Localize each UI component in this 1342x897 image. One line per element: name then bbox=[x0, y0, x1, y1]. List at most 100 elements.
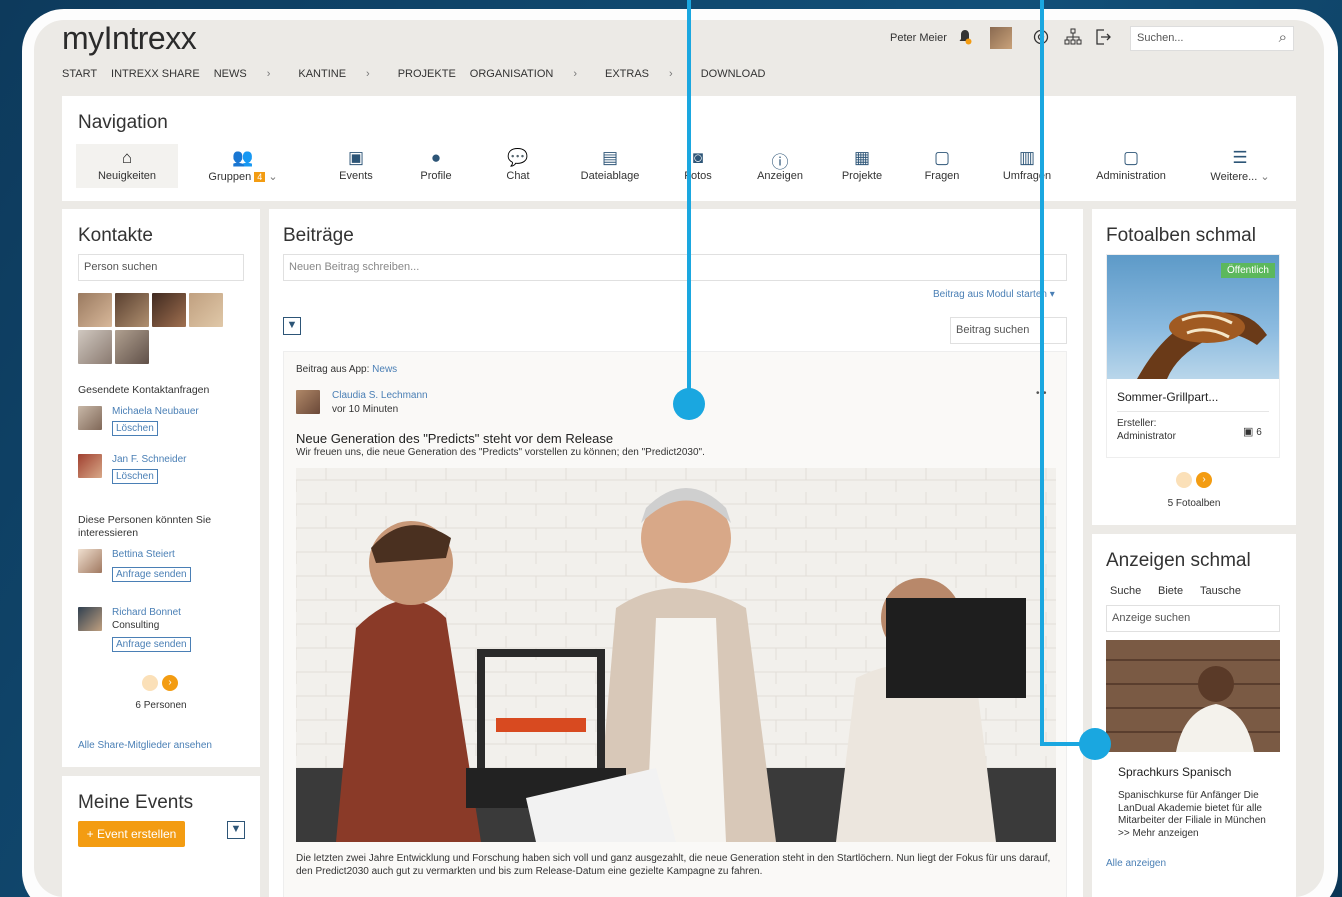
create-event-button[interactable]: + Event erstellen bbox=[78, 821, 185, 847]
post-search-input[interactable]: Beitrag suchen bbox=[950, 317, 1067, 344]
nav-item-dateiablage[interactable]: ▤ Dateiablage bbox=[570, 144, 650, 182]
ad-image[interactable] bbox=[1106, 640, 1280, 752]
person-search-placeholder: Person suchen bbox=[84, 261, 158, 273]
album-creator-label: Ersteller: bbox=[1117, 418, 1157, 429]
contact-name-link[interactable]: Richard Bonnet bbox=[112, 607, 181, 618]
delete-request-button[interactable]: Löschen bbox=[112, 421, 158, 436]
global-search-input[interactable]: Suchen... ⌕ bbox=[1130, 26, 1294, 51]
contact-name-link[interactable]: Jan F. Schneider bbox=[112, 454, 187, 465]
contact-subtitle: Consulting bbox=[112, 620, 160, 631]
send-request-button[interactable]: Anfrage senden bbox=[112, 637, 191, 652]
pager-prev-button[interactable] bbox=[1176, 472, 1192, 488]
contacts-panel: Kontakte Person suchen Gesendete Kontakt… bbox=[62, 209, 260, 767]
post-author-link[interactable]: Claudia S. Lechmann bbox=[332, 390, 428, 401]
bell-icon[interactable] bbox=[954, 26, 976, 48]
ads-tab-biete[interactable]: Biete bbox=[1158, 585, 1183, 597]
all-members-link[interactable]: Alle Share-Mitglieder ansehen bbox=[78, 740, 212, 751]
post-source-app-link[interactable]: News bbox=[372, 364, 397, 375]
album-cover-image[interactable]: Öffentlich bbox=[1107, 255, 1279, 379]
avatar[interactable] bbox=[152, 293, 186, 327]
clipboard-icon: ▦ bbox=[853, 148, 871, 167]
menu-item-projekte[interactable]: PROJEKTE bbox=[398, 68, 456, 80]
avatar[interactable] bbox=[78, 293, 112, 327]
start-post-from-module-label: Beitrag aus Modul starten bbox=[933, 289, 1047, 300]
menu-item-intrexx-share[interactable]: INTREXX SHARE bbox=[111, 68, 200, 80]
more-ad-link[interactable]: >> Mehr anzeigen bbox=[1118, 828, 1199, 839]
main-menu: START INTREXX SHARE NEWS › KANTINE › PROJE… bbox=[62, 68, 779, 80]
ads-tab-suche[interactable]: Suche bbox=[1110, 585, 1141, 597]
nav-item-label: Gruppen bbox=[208, 171, 252, 183]
avatar[interactable] bbox=[78, 454, 102, 478]
new-post-input[interactable]: Neuen Beitrag schreiben... bbox=[283, 254, 1067, 281]
ads-panel: Anzeigen schmal Suche Biete Tausche Anze… bbox=[1092, 534, 1296, 897]
ads-title: Anzeigen schmal bbox=[1106, 550, 1251, 571]
menu-item-download[interactable]: DOWNLOAD bbox=[701, 68, 766, 80]
avatar[interactable] bbox=[990, 27, 1012, 49]
posts-panel: Beiträge Neuen Beitrag schreiben... Beit… bbox=[269, 209, 1083, 897]
app-logo[interactable]: myIntrexx bbox=[62, 20, 197, 57]
nav-item-neuigkeiten[interactable]: ⌂ Neuigkeiten bbox=[76, 144, 178, 188]
callout-line bbox=[687, 0, 691, 404]
chevron-right-icon: › bbox=[266, 68, 271, 80]
nav-item-umfragen[interactable]: ▥ Umfragen bbox=[992, 144, 1062, 182]
logout-icon[interactable] bbox=[1092, 26, 1114, 48]
nav-item-profile[interactable]: ● Profile bbox=[406, 144, 466, 182]
nav-item-events[interactable]: ▣ Events bbox=[326, 144, 386, 182]
delete-request-button[interactable]: Löschen bbox=[112, 469, 158, 484]
avatar[interactable] bbox=[189, 293, 223, 327]
menu-item-kantine[interactable]: KANTINE › bbox=[298, 68, 383, 80]
menu-item-extras[interactable]: EXTRAS › bbox=[605, 68, 687, 80]
ad-title[interactable]: Sprachkurs Spanisch bbox=[1118, 765, 1231, 779]
avatar[interactable] bbox=[78, 549, 102, 573]
album-title[interactable]: Sommer-Grillpart... bbox=[1117, 390, 1218, 404]
start-post-from-module-link[interactable]: Beitrag aus Modul starten ▾ bbox=[933, 289, 1055, 300]
callout-marker bbox=[1079, 728, 1111, 760]
contact-name-link[interactable]: Michaela Neubauer bbox=[112, 406, 199, 417]
search-icon[interactable]: ⌕ bbox=[1279, 29, 1287, 46]
photo-albums-panel: Fotoalben schmal Öffentlich Sommer-Grill… bbox=[1092, 209, 1296, 525]
nav-item-chat[interactable]: 💬 Chat bbox=[488, 144, 548, 182]
filter-icon[interactable]: ▼ bbox=[283, 317, 301, 335]
group-icon: 👥 bbox=[232, 148, 254, 167]
contacts-title: Kontakte bbox=[78, 225, 153, 246]
filter-icon[interactable]: ▼ bbox=[227, 821, 245, 839]
pager-prev-button[interactable] bbox=[142, 675, 158, 691]
ad-search-input[interactable]: Anzeige suchen bbox=[1106, 605, 1280, 632]
nav-item-fragen[interactable]: ▢ Fragen bbox=[912, 144, 972, 182]
all-ads-link[interactable]: Alle anzeigen bbox=[1106, 858, 1166, 869]
post-image[interactable] bbox=[296, 468, 1056, 842]
nav-item-anzeigen[interactable]: ⓘ Anzeigen bbox=[750, 144, 810, 182]
events-panel: Meine Events + Event erstellen ▼ bbox=[62, 776, 260, 897]
avatar[interactable] bbox=[115, 293, 149, 327]
avatar[interactable] bbox=[78, 406, 102, 430]
avatar[interactable] bbox=[78, 607, 102, 631]
menu-item-start[interactable]: START bbox=[62, 68, 97, 80]
nav-item-label: Fragen bbox=[924, 170, 960, 182]
avatar[interactable] bbox=[115, 330, 149, 364]
menu-item-organisation[interactable]: ORGANISATION › bbox=[470, 68, 591, 80]
post-title[interactable]: Neue Generation des "Predicts" steht vor… bbox=[296, 431, 613, 446]
menu-item-news[interactable]: NEWS › bbox=[214, 68, 285, 80]
ads-tab-tausche[interactable]: Tausche bbox=[1200, 585, 1241, 597]
nav-item-administration[interactable]: ▢ Administration bbox=[1086, 144, 1176, 182]
avatar[interactable] bbox=[296, 390, 320, 414]
contact-name-link[interactable]: Bettina Steiert bbox=[112, 549, 175, 560]
avatar[interactable] bbox=[78, 330, 112, 364]
sitemap-icon[interactable] bbox=[1062, 26, 1084, 48]
navigation-panel: Navigation ⌂ Neuigkeiten 👥 Gruppen 4 ⌄ ▣… bbox=[62, 96, 1296, 201]
person-search-input[interactable]: Person suchen bbox=[78, 254, 244, 281]
send-request-button[interactable]: Anfrage senden bbox=[112, 567, 191, 582]
suggestions-title: Diese Personen könnten Sie interessieren bbox=[78, 514, 212, 539]
album-card[interactable]: Öffentlich Sommer-Grillpart... Ersteller… bbox=[1106, 254, 1280, 458]
nav-item-label: Chat bbox=[506, 170, 530, 182]
pager-next-button[interactable]: › bbox=[162, 675, 178, 691]
calendar-icon: ▣ bbox=[347, 148, 365, 167]
album-creator-name: Administrator bbox=[1117, 431, 1176, 442]
post-subtitle: Wir freuen uns, die neue Generation des … bbox=[296, 447, 705, 458]
user-name[interactable]: Peter Meier bbox=[890, 32, 947, 44]
nav-item-projekte[interactable]: ▦ Projekte bbox=[832, 144, 892, 182]
nav-item-fotos[interactable]: ◙ Fotos bbox=[668, 144, 728, 182]
pager-next-button[interactable]: › bbox=[1196, 472, 1212, 488]
nav-item-gruppen[interactable]: 👥 Gruppen 4 ⌄ bbox=[198, 144, 288, 183]
nav-item-weitere[interactable]: ☰ Weitere... ⌄ bbox=[1200, 144, 1280, 183]
